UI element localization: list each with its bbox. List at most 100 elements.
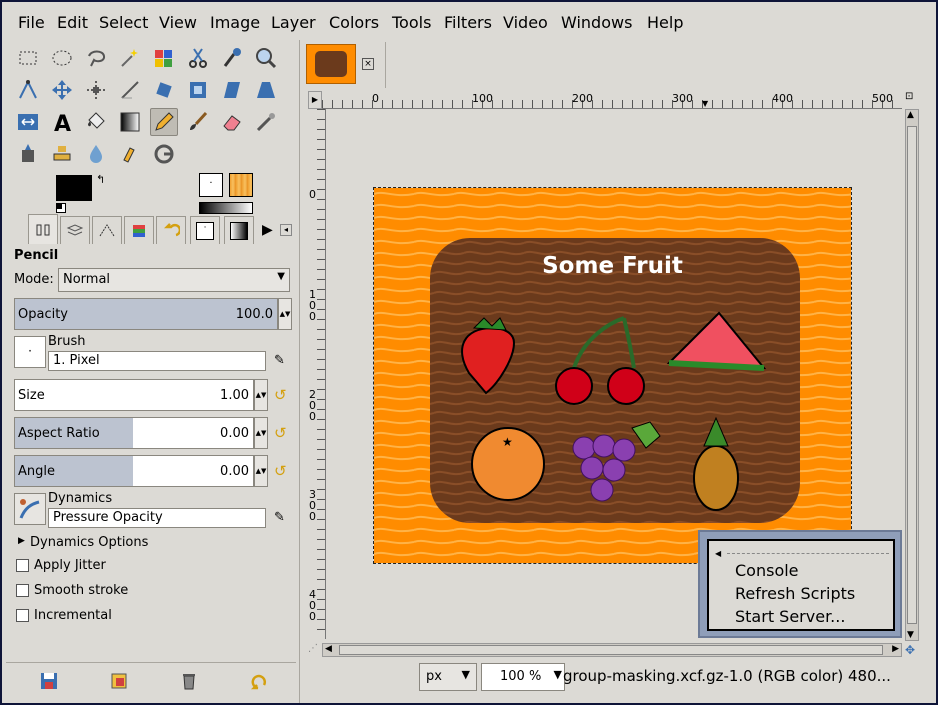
scroll-left-icon[interactable]: ◀	[325, 644, 332, 654]
pattern-preview-icon[interactable]	[229, 173, 253, 197]
horizontal-scrollbar[interactable]: ◀ ▶	[322, 643, 902, 657]
vertical-scrollbar[interactable]: ▲ ▼	[905, 109, 919, 641]
tab-channels[interactable]	[124, 216, 154, 244]
restore-options-icon[interactable]	[108, 670, 130, 692]
edit-brush-icon[interactable]: ✎	[274, 353, 285, 368]
menu-file[interactable]: File	[18, 14, 45, 32]
scissors-icon[interactable]	[184, 44, 212, 72]
dynamics-button[interactable]	[14, 493, 46, 525]
nav-corner-icon[interactable]: ⋰	[308, 643, 322, 657]
menu-edit[interactable]: Edit	[57, 14, 88, 32]
menu-refresh-scripts[interactable]: Refresh Scripts	[735, 584, 855, 603]
foreground-color-swatch[interactable]	[56, 175, 92, 201]
foreground-select-icon[interactable]	[218, 44, 246, 72]
size-slider[interactable]: Size 1.00	[14, 379, 254, 411]
tearoff-arrow-icon[interactable]: ◀	[715, 549, 721, 558]
perspective-icon[interactable]	[252, 76, 280, 104]
image-thumbnail-tab[interactable]	[306, 44, 356, 84]
brush-button[interactable]: ·	[14, 336, 46, 368]
aspect-ratio-slider[interactable]: Aspect Ratio 0.00	[14, 417, 254, 449]
incremental-checkbox[interactable]	[16, 609, 29, 622]
reset-angle-icon[interactable]: ↺	[274, 462, 287, 480]
flip-icon[interactable]	[14, 108, 42, 136]
move-icon[interactable]	[48, 76, 76, 104]
blend-icon[interactable]	[116, 108, 144, 136]
menu-tools[interactable]: Tools	[392, 14, 431, 32]
tab-paths[interactable]	[92, 216, 122, 244]
tab-undo-history[interactable]	[156, 216, 186, 244]
quick-mask-menu-icon[interactable]: ▶	[308, 91, 322, 109]
fuzzy-select-icon[interactable]	[116, 44, 144, 72]
scroll-up-icon[interactable]: ▲	[907, 110, 914, 120]
brush-name-field[interactable]: 1. Pixel	[48, 351, 266, 371]
ellipse-select-icon[interactable]	[48, 44, 76, 72]
menu-video[interactable]: Video	[503, 14, 548, 32]
reset-options-icon[interactable]	[248, 670, 270, 692]
align-icon[interactable]	[82, 76, 110, 104]
menu-view[interactable]: View	[159, 14, 197, 32]
opacity-spinner[interactable]: ▲▼	[278, 298, 292, 330]
ink-icon[interactable]	[14, 140, 42, 168]
menu-start-server[interactable]: Start Server...	[735, 607, 845, 626]
shear-icon[interactable]	[218, 76, 246, 104]
scale-icon[interactable]	[184, 76, 212, 104]
zoom-to-window-icon[interactable]: ⊡	[905, 91, 919, 109]
tearoff-line[interactable]	[727, 553, 889, 554]
menu-select[interactable]: Select	[99, 14, 148, 32]
image-canvas[interactable]: ★ Some Fruit	[373, 187, 852, 564]
menu-console[interactable]: Console	[735, 561, 799, 580]
rect-select-icon[interactable]	[14, 44, 42, 72]
angle-slider[interactable]: Angle 0.00	[14, 455, 254, 487]
close-tab-icon[interactable]: ×	[362, 58, 374, 70]
tab-gradients[interactable]	[224, 216, 254, 244]
paths-icon[interactable]	[14, 76, 42, 104]
zoom-combo[interactable]: 100 % ▼	[481, 663, 565, 691]
paintbrush-icon[interactable]	[184, 108, 212, 136]
expander-arrow-icon[interactable]: ▶	[18, 536, 25, 546]
scroll-down-icon[interactable]: ▼	[907, 630, 914, 640]
gradient-preview[interactable]	[199, 202, 253, 214]
navigate-icon[interactable]: ✥	[905, 643, 919, 657]
smudge-icon[interactable]	[116, 140, 144, 168]
angle-spinner[interactable]: ▲▼	[254, 455, 268, 487]
lasso-icon[interactable]	[82, 44, 110, 72]
smooth-stroke-checkbox[interactable]	[16, 584, 29, 597]
tab-tool-options[interactable]	[28, 214, 58, 244]
tabs-scroll-right-icon[interactable]: ▶	[262, 222, 273, 238]
eraser-icon[interactable]	[218, 108, 246, 136]
mode-select[interactable]: Normal ▼	[58, 268, 290, 292]
tab-layers[interactable]	[60, 216, 90, 244]
text-icon[interactable]: A	[48, 108, 76, 136]
aspect-ratio-spinner[interactable]: ▲▼	[254, 417, 268, 449]
edit-dynamics-icon[interactable]: ✎	[274, 510, 285, 525]
menu-image[interactable]: Image	[210, 14, 260, 32]
rotate-icon[interactable]	[150, 76, 178, 104]
swap-colors-icon[interactable]: ↰	[96, 173, 105, 186]
opacity-slider[interactable]: Opacity 100.0	[14, 298, 278, 330]
tab-brushes[interactable]: ·	[190, 216, 220, 244]
save-options-icon[interactable]	[38, 670, 60, 692]
zoom-icon[interactable]	[252, 44, 280, 72]
reset-aspect-ratio-icon[interactable]: ↺	[274, 424, 287, 442]
unit-select[interactable]: px ▼	[419, 663, 477, 691]
menu-layer[interactable]: Layer	[271, 14, 316, 32]
airbrush-icon[interactable]	[252, 108, 280, 136]
scroll-right-icon[interactable]: ▶	[892, 644, 899, 654]
size-spinner[interactable]: ▲▼	[254, 379, 268, 411]
pencil-icon[interactable]	[150, 108, 178, 136]
brush-preview-icon[interactable]: ·	[199, 173, 223, 197]
default-colors-icon[interactable]	[56, 203, 66, 213]
dock-menu-icon[interactable]: ◂	[280, 224, 292, 236]
menu-colors[interactable]: Colors	[329, 14, 379, 32]
menu-help[interactable]: Help	[647, 14, 683, 32]
delete-options-icon[interactable]	[178, 670, 200, 692]
apply-jitter-checkbox[interactable]	[16, 559, 29, 572]
bucket-fill-icon[interactable]	[82, 108, 110, 136]
reset-size-icon[interactable]: ↺	[274, 386, 287, 404]
dodge-burn-icon[interactable]	[150, 140, 178, 168]
clone-icon[interactable]	[48, 140, 76, 168]
menu-filters[interactable]: Filters	[444, 14, 492, 32]
select-by-color-icon[interactable]	[150, 44, 178, 72]
dynamics-name-field[interactable]: Pressure Opacity	[48, 508, 266, 528]
menu-windows[interactable]: Windows	[561, 14, 632, 32]
